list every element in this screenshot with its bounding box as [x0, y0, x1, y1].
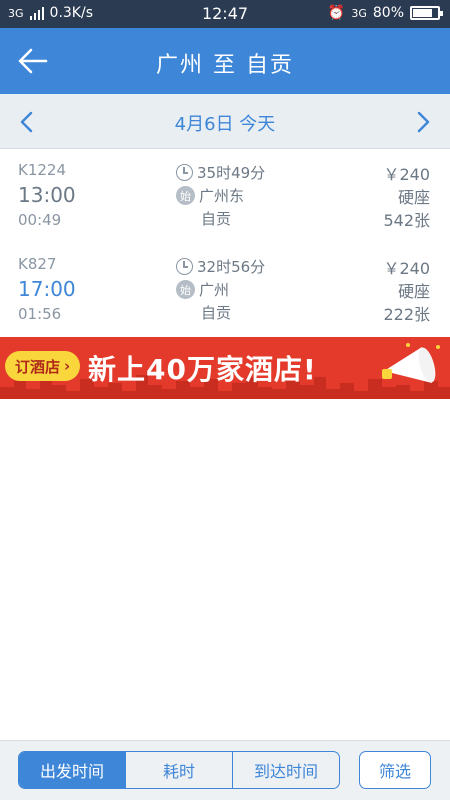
sort-arrival-time[interactable]: 到达时间 [232, 752, 339, 788]
tickets-left: 542张 [383, 211, 430, 230]
sort-segmented-control: 出发时间 耗时 到达时间 [18, 751, 340, 789]
arrival-time: 00:49 [18, 211, 62, 229]
book-hotel-button[interactable]: 订酒店 › [5, 351, 81, 381]
chevron-right-icon: › [64, 357, 71, 375]
train-number: K1224 [18, 161, 67, 179]
seat-type: 硬座 [397, 188, 430, 207]
to-station: 自贡 [201, 304, 232, 322]
header: 广州 至 自贡 [0, 28, 450, 94]
seat-type: 硬座 [397, 282, 430, 301]
book-hotel-label: 订酒店 [15, 357, 61, 376]
start-station-badge: 始 [176, 280, 195, 299]
date-label[interactable]: 4月6日 今天 [0, 110, 450, 136]
arrival-time: 01:56 [18, 305, 62, 323]
departure-time: 13:00 [18, 183, 76, 207]
train-right: ￥240 硬座 542张 [383, 161, 430, 230]
sort-duration[interactable]: 耗时 [125, 752, 232, 788]
alarm-icon: ⏰ [327, 5, 346, 21]
date-bar: 4月6日 今天 [0, 94, 450, 149]
network-type-right: 3G [351, 6, 367, 20]
train-right: ￥240 硬座 222张 [383, 255, 430, 324]
train-row[interactable]: K827 17:00 01:56 32时56分 始广州 自贡 ￥240 硬座 2… [0, 245, 450, 339]
status-right: ⏰ 3G 80% [327, 5, 443, 21]
status-bar: 3G 0.3K/s 12:47 ⏰ 3G 80% [0, 0, 450, 28]
duration: 35时49分 [197, 164, 266, 182]
filter-button[interactable]: 筛选 [359, 751, 431, 789]
hotel-ad-banner[interactable]: 订酒店 › 新上40万家酒店! [0, 337, 450, 399]
train-middle: 35时49分 始广州东 自贡 [176, 161, 265, 230]
price: ￥240 [383, 165, 430, 184]
to-station: 自贡 [201, 210, 232, 228]
train-left: K827 17:00 01:56 [18, 255, 76, 327]
chevron-right-icon[interactable] [404, 104, 440, 140]
sort-departure-time[interactable]: 出发时间 [19, 752, 125, 788]
tickets-left: 222张 [383, 305, 430, 324]
start-station-badge: 始 [176, 186, 195, 205]
clock-icon [176, 258, 193, 275]
battery-icon [410, 6, 443, 20]
battery-percent: 80% [372, 5, 404, 21]
train-row[interactable]: K1224 13:00 00:49 35时49分 始广州东 自贡 ￥240 硬座… [0, 151, 450, 245]
train-left: K1224 13:00 00:49 [18, 161, 76, 233]
banner-slogan: 新上40万家酒店! [88, 353, 317, 386]
bottom-bar: 出发时间 耗时 到达时间 筛选 [0, 740, 450, 800]
clock-icon [176, 164, 193, 181]
price: ￥240 [383, 259, 430, 278]
megaphone-icon [382, 343, 440, 383]
train-middle: 32时56分 始广州 自贡 [176, 255, 265, 324]
train-number: K827 [18, 255, 57, 273]
from-station: 广州 [199, 281, 230, 299]
page-title: 广州 至 自贡 [156, 53, 294, 78]
from-station: 广州东 [199, 187, 245, 205]
duration: 32时56分 [197, 258, 266, 276]
battery-fill [413, 9, 433, 17]
departure-time: 17:00 [18, 277, 76, 301]
